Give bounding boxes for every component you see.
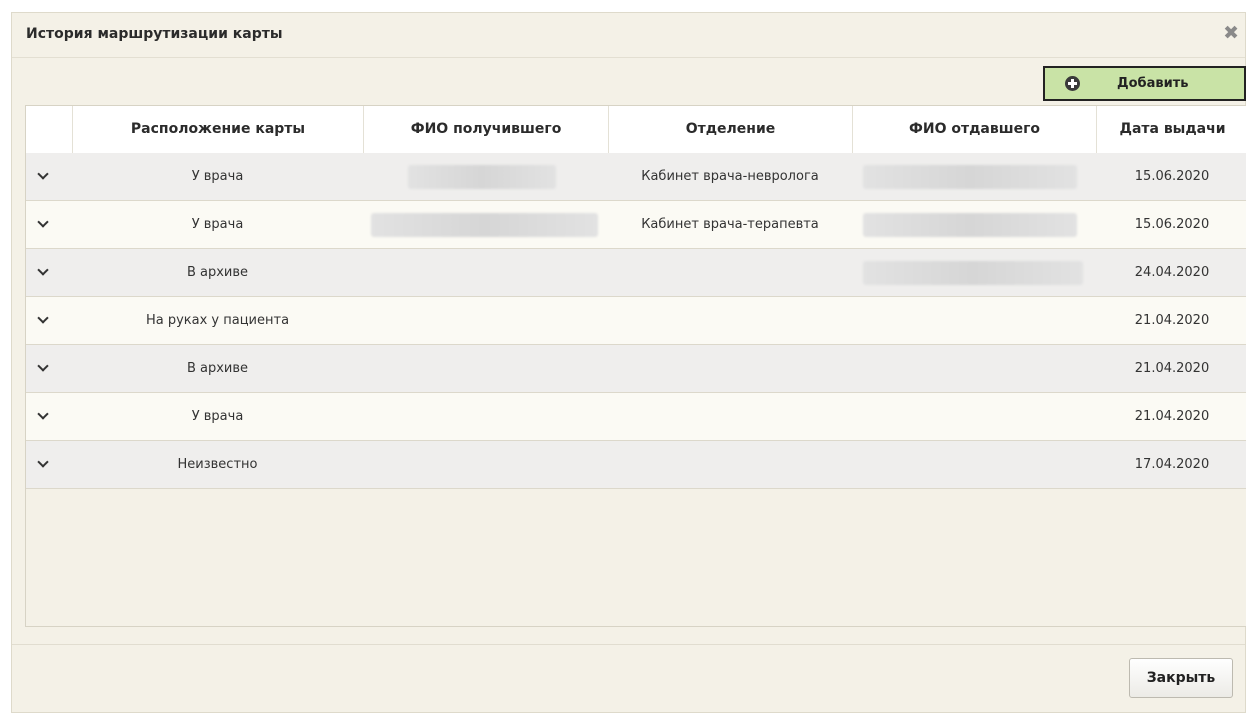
table-row[interactable]: У врача Кабинет врача-невролога 15.06.2020 — [26, 153, 1246, 201]
cell-department — [608, 297, 852, 344]
chevron-down-icon[interactable] — [37, 456, 49, 468]
dialog-title: История маршрутизации карты — [26, 26, 283, 42]
add-button-label: Добавить — [1117, 76, 1189, 91]
cell-date: 24.04.2020 — [1134, 265, 1210, 280]
table-row[interactable]: В архиве 21.04.2020 — [26, 345, 1246, 393]
table-row[interactable]: У врача Кабинет врача-терапевта 15.06.2020 — [26, 201, 1246, 249]
table-row[interactable]: Неизвестно 17.04.2020 — [26, 441, 1246, 489]
cell-department — [608, 441, 852, 488]
close-icon[interactable]: ✖ — [1223, 24, 1239, 43]
add-button[interactable]: Добавить — [1043, 66, 1246, 101]
cell-location: У врача — [191, 409, 244, 424]
cell-department: Кабинет врача-невролога — [641, 169, 819, 184]
cell-department: Кабинет врача-терапевта — [641, 217, 819, 232]
cell-location: В архиве — [186, 265, 249, 280]
cell-date: 15.06.2020 — [1134, 217, 1210, 232]
column-header-giver[interactable]: ФИО отдавшего — [852, 106, 1096, 153]
cell-location: У врача — [191, 217, 244, 232]
cell-department — [608, 345, 852, 392]
close-button[interactable]: Закрыть — [1129, 658, 1233, 698]
column-header-date[interactable]: Дата выдачи — [1096, 106, 1246, 153]
redacted-receiver-name — [371, 213, 598, 237]
table-row[interactable]: У врача 21.04.2020 — [26, 393, 1246, 441]
chevron-down-icon[interactable] — [37, 360, 49, 372]
cell-department — [608, 393, 852, 440]
chevron-down-icon[interactable] — [37, 312, 49, 324]
cell-location: В архиве — [186, 361, 249, 376]
cell-date: 21.04.2020 — [1134, 361, 1210, 376]
cell-location: Неизвестно — [177, 457, 258, 472]
routing-table: Расположение карты ФИО получившего Отдел… — [25, 105, 1246, 627]
redacted-giver-name — [863, 261, 1083, 285]
table-row[interactable]: На руках у пациента 21.04.2020 — [26, 297, 1246, 345]
footer-divider — [12, 644, 1245, 645]
chevron-down-icon[interactable] — [37, 216, 49, 228]
chevron-down-icon[interactable] — [37, 408, 49, 420]
cell-date: 21.04.2020 — [1134, 409, 1210, 424]
cell-date: 15.06.2020 — [1134, 169, 1210, 184]
cell-location: У врача — [191, 169, 244, 184]
plus-circle-icon — [1065, 76, 1080, 91]
table-header: Расположение карты ФИО получившего Отдел… — [26, 106, 1246, 154]
cell-department — [608, 249, 852, 296]
chevron-down-icon[interactable] — [37, 264, 49, 276]
column-header-receiver[interactable]: ФИО получившего — [363, 106, 608, 153]
cell-date: 17.04.2020 — [1134, 457, 1210, 472]
column-header-location[interactable]: Расположение карты — [72, 106, 363, 153]
routing-history-dialog: История маршрутизации карты ✖ Добавить Р… — [11, 12, 1246, 713]
redacted-giver-name — [863, 213, 1077, 237]
redacted-giver-name — [863, 165, 1077, 189]
cell-date: 21.04.2020 — [1134, 313, 1210, 328]
table-row[interactable]: В архиве 24.04.2020 — [26, 249, 1246, 297]
redacted-receiver-name — [408, 165, 556, 189]
cell-location: На руках у пациента — [145, 313, 290, 328]
chevron-down-icon[interactable] — [37, 168, 49, 180]
column-header-expand — [26, 106, 72, 153]
column-header-department[interactable]: Отделение — [608, 106, 852, 153]
dialog-titlebar: История маршрутизации карты ✖ — [12, 13, 1245, 58]
